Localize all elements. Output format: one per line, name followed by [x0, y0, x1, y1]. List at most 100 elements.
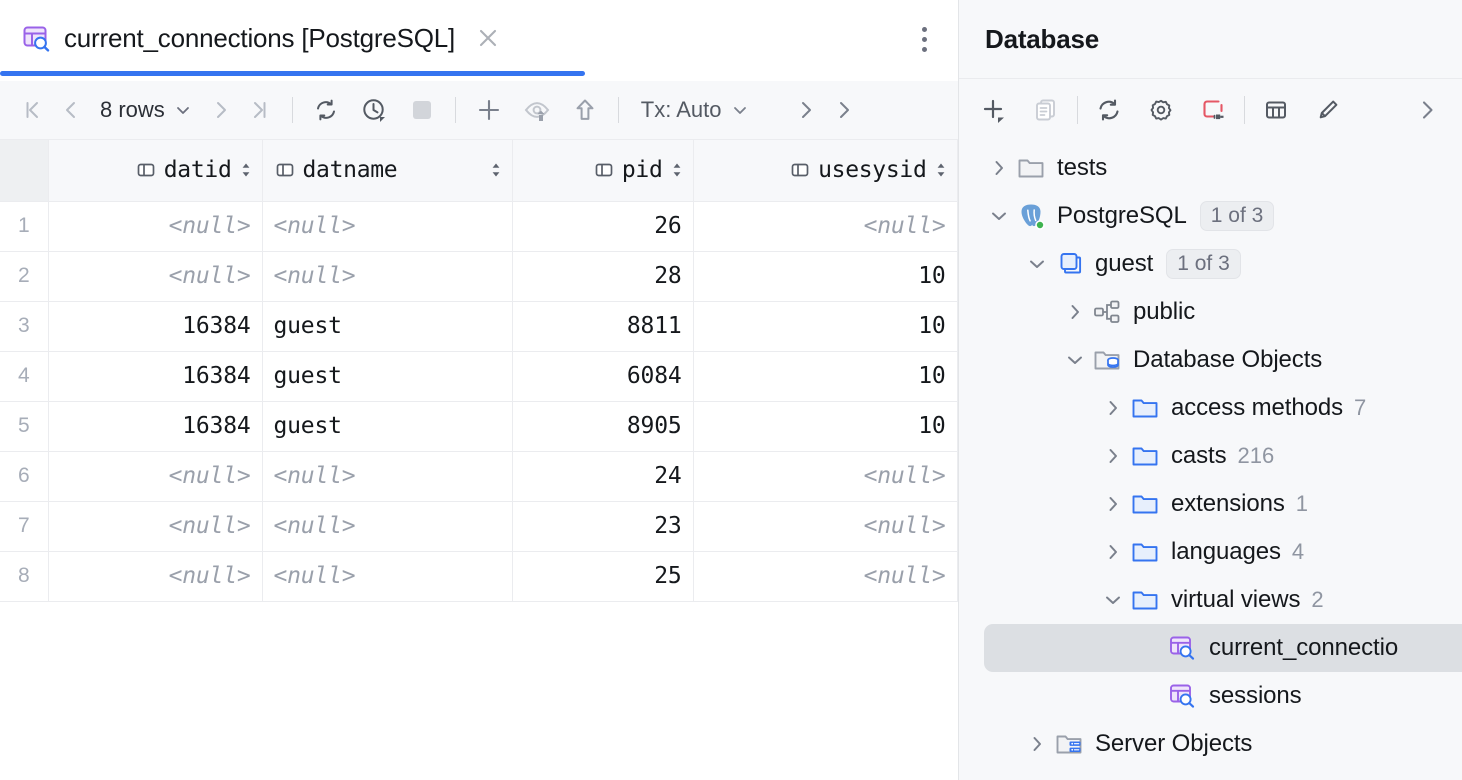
cell-usesysid[interactable]: <null> [693, 551, 957, 601]
tree-item-extensions[interactable]: extensions1 [959, 480, 1462, 528]
cell-datid[interactable]: 16384 [48, 351, 262, 401]
table-row[interactable]: 516384guest890510 [0, 401, 957, 451]
tree-item-casts[interactable]: casts216 [959, 432, 1462, 480]
chevron-right-icon[interactable] [1060, 297, 1090, 327]
add-row-icon[interactable] [470, 91, 508, 129]
cell-usesysid[interactable]: <null> [693, 201, 957, 251]
overflow-chevron-icon[interactable] [1406, 89, 1448, 131]
cell-datid[interactable]: <null> [48, 451, 262, 501]
table-row[interactable]: 7<null><null>23<null> [0, 501, 957, 551]
query-history-icon[interactable] [355, 91, 393, 129]
tree-item-database-objects[interactable]: Database Objects [959, 336, 1462, 384]
overflow-chevron-icon[interactable] [825, 91, 863, 129]
chevron-down-icon[interactable] [1098, 585, 1128, 615]
tree-item-access-methods[interactable]: access methods7 [959, 384, 1462, 432]
next-page-icon[interactable] [202, 91, 240, 129]
cell-pid[interactable]: 24 [512, 451, 693, 501]
refresh-icon[interactable] [307, 91, 345, 129]
result-grid[interactable]: datid [0, 140, 958, 780]
stop-icon[interactable] [403, 91, 441, 129]
cell-pid[interactable]: 28 [512, 251, 693, 301]
cell-usesysid[interactable]: 10 [693, 251, 957, 301]
cell-pid[interactable]: 8811 [512, 301, 693, 351]
cell-pid[interactable]: 6084 [512, 351, 693, 401]
table-icon[interactable] [1255, 89, 1297, 131]
tree-item-current-connections[interactable]: current_connectio [984, 624, 1462, 672]
expand-icon[interactable] [787, 91, 825, 129]
table-row[interactable]: 316384guest881110 [0, 301, 957, 351]
column-header-datid[interactable]: datid [48, 140, 262, 201]
tree-item-languages[interactable]: languages4 [959, 528, 1462, 576]
cell-datid[interactable]: <null> [48, 251, 262, 301]
editor-tab-current-connections[interactable]: current_connections [PostgreSQL] [0, 0, 523, 76]
tree-item-guest[interactable]: guest1 of 3 [959, 240, 1462, 288]
sort-indicator-icon[interactable] [240, 160, 252, 180]
cell-usesysid[interactable]: <null> [693, 501, 957, 551]
cell-datname[interactable]: <null> [262, 501, 512, 551]
duplicate-icon[interactable] [1025, 89, 1067, 131]
sort-indicator-icon[interactable] [671, 160, 683, 180]
cell-datid[interactable]: 16384 [48, 301, 262, 351]
cell-datname[interactable]: <null> [262, 251, 512, 301]
chevron-right-icon[interactable] [984, 153, 1014, 183]
gear-icon[interactable] [1140, 89, 1182, 131]
chevron-right-icon[interactable] [1098, 441, 1128, 471]
column-header-datname[interactable]: datname [262, 140, 512, 201]
cell-usesysid[interactable]: 10 [693, 401, 957, 451]
disconnect-icon[interactable] [1192, 89, 1234, 131]
add-data-source-icon[interactable] [973, 89, 1015, 131]
chevron-right-icon[interactable] [1098, 489, 1128, 519]
first-page-icon[interactable] [14, 91, 52, 129]
cell-datname[interactable]: guest [262, 301, 512, 351]
cell-datid[interactable]: <null> [48, 501, 262, 551]
cell-pid[interactable]: 8905 [512, 401, 693, 451]
rows-count-dropdown[interactable]: 8 rows [90, 97, 202, 123]
tree-item-tests[interactable]: tests [959, 144, 1462, 192]
column-header-pid[interactable]: pid [512, 140, 693, 201]
tree-item-virtual-views[interactable]: virtual views2 [959, 576, 1462, 624]
chevron-right-icon[interactable] [1098, 537, 1128, 567]
chevron-down-icon[interactable] [1060, 345, 1090, 375]
last-page-icon[interactable] [240, 91, 278, 129]
chevron-down-icon[interactable] [1022, 249, 1052, 279]
previous-page-icon[interactable] [52, 91, 90, 129]
chevron-right-icon[interactable] [1098, 393, 1128, 423]
sort-indicator-icon[interactable] [490, 160, 502, 180]
tree-item-server-objects[interactable]: Server Objects [959, 720, 1462, 768]
cell-datid[interactable]: <null> [48, 201, 262, 251]
chevron-down-icon[interactable] [984, 201, 1014, 231]
cell-value: <null> [694, 463, 957, 489]
cell-datname[interactable]: <null> [262, 551, 512, 601]
submit-changes-icon[interactable] [566, 91, 604, 129]
transaction-mode-dropdown[interactable]: Tx: Auto [633, 97, 757, 123]
cell-pid[interactable]: 23 [512, 501, 693, 551]
database-tree[interactable]: testsPostgreSQL1 of 3guest1 of 3publicDa… [959, 140, 1462, 780]
tree-item-public[interactable]: public [959, 288, 1462, 336]
cell-usesysid[interactable]: <null> [693, 451, 957, 501]
pencil-icon[interactable] [1307, 89, 1349, 131]
cell-datid[interactable]: 16384 [48, 401, 262, 451]
sort-indicator-icon[interactable] [935, 160, 947, 180]
refresh-icon[interactable] [1088, 89, 1130, 131]
table-row[interactable]: 416384guest608410 [0, 351, 957, 401]
cell-pid[interactable]: 25 [512, 551, 693, 601]
more-options-icon[interactable] [910, 24, 938, 54]
column-header-usesysid[interactable]: usesysid [693, 140, 957, 201]
table-row[interactable]: 2<null><null>2810 [0, 251, 957, 301]
cell-usesysid[interactable]: 10 [693, 301, 957, 351]
cell-datname[interactable]: <null> [262, 201, 512, 251]
table-row[interactable]: 6<null><null>24<null> [0, 451, 957, 501]
cell-datid[interactable]: <null> [48, 551, 262, 601]
cell-datname[interactable]: <null> [262, 451, 512, 501]
table-row[interactable]: 8<null><null>25<null> [0, 551, 957, 601]
cell-usesysid[interactable]: 10 [693, 351, 957, 401]
tree-item-sessions[interactable]: sessions [959, 672, 1462, 720]
cell-datname[interactable]: guest [262, 401, 512, 451]
cell-datname[interactable]: guest [262, 351, 512, 401]
table-row[interactable]: 1<null><null>26<null> [0, 201, 957, 251]
tree-item-postgresql[interactable]: PostgreSQL1 of 3 [959, 192, 1462, 240]
cell-pid[interactable]: 26 [512, 201, 693, 251]
revert-changes-icon[interactable] [518, 91, 556, 129]
close-icon[interactable] [475, 25, 501, 51]
chevron-right-icon[interactable] [1022, 729, 1052, 759]
